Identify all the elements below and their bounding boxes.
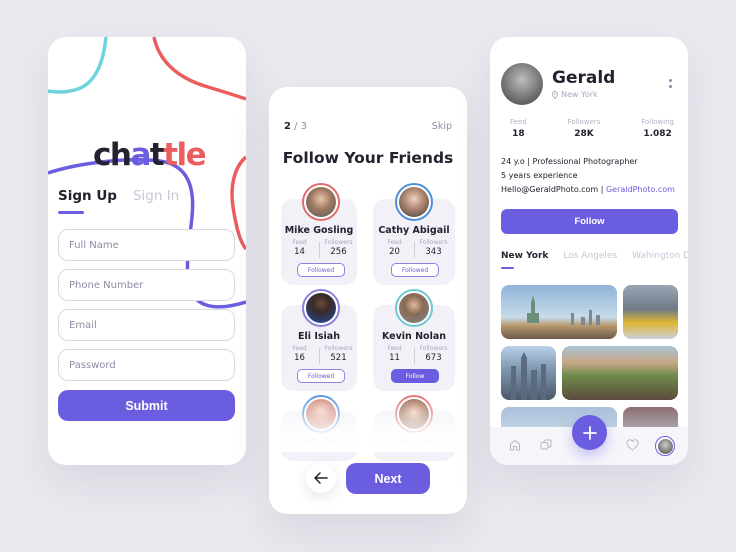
photo-skyline[interactable] [501,346,556,400]
follow-button[interactable]: Follow [391,369,439,383]
tab-los-angeles[interactable]: Los Angeles [563,251,617,269]
friend-avatar[interactable] [395,289,433,327]
tab-sign-up[interactable]: Sign Up [58,188,117,214]
profile-nav-avatar[interactable] [655,436,675,456]
follow-friends-screen: 2 / 3 Skip Follow Your Friends Mike Gosl… [269,87,467,514]
back-button[interactable] [306,463,336,493]
chattle-logo: chattle [93,137,207,173]
full-name-input[interactable] [69,239,234,251]
signup-screen: chattle Sign Up Sign In Submit [48,37,246,465]
more-options-icon[interactable] [669,79,672,88]
followed-button[interactable]: Followed [297,369,345,383]
photo-taxis[interactable] [623,285,678,339]
email-input[interactable] [69,319,234,331]
stat-feed: Feed 18 [510,118,527,139]
tab-sign-in[interactable]: Sign In [133,188,179,214]
add-button[interactable] [572,415,607,450]
profile-name: Gerald [552,68,616,88]
friend-stats: Feed 14 Followers 256 [292,239,353,258]
friend-stats: Feed 16 Followers 521 [292,345,353,364]
password-field[interactable] [58,349,235,381]
friend-avatar[interactable] [302,289,340,327]
submit-button[interactable]: Submit [58,390,235,421]
profile-stats: Feed 18 Followers 28K Following 1.082 [490,118,688,139]
chat-icon[interactable] [540,439,552,451]
friend-avatar[interactable] [302,183,340,221]
friend-stats: Feed 11 Followers 673 [387,345,448,364]
arrow-left-icon [314,472,328,484]
profile-location: New York [552,90,598,99]
email-link[interactable]: Hello@GeraldPhoto.com [501,185,598,194]
plus-icon [582,425,597,440]
phone-number-field[interactable] [58,269,235,301]
next-button[interactable]: Next [346,463,430,494]
website-link[interactable]: GeraldPhoto.com [606,185,675,194]
friend-avatar[interactable] [395,183,433,221]
friend-stats: Feed 20 Followers 343 [387,239,448,258]
email-field[interactable] [58,309,235,341]
photo-central-park[interactable] [562,346,678,400]
phone-number-input[interactable] [69,279,234,291]
friend-name: Cathy Abigail [378,225,450,236]
city-tabs: New York Los Angeles Wahington DC [501,251,688,269]
photo-statue-of-liberty[interactable] [501,285,617,339]
followed-button[interactable]: Followed [391,263,439,277]
list-fade [269,392,467,452]
home-icon[interactable] [509,439,521,451]
tab-washington-dc[interactable]: Wahington DC [632,251,688,269]
full-name-field[interactable] [58,229,235,261]
skip-link[interactable]: Skip [432,121,452,132]
profile-screen: Gerald New York Feed 18 Followers 28K Foll… [490,37,688,465]
heart-icon[interactable] [626,439,639,451]
page-title: Follow Your Friends [282,149,454,167]
friend-name: Mike Gosling [284,225,354,236]
location-pin-icon [552,90,558,99]
stat-following: Following 1.082 [641,118,674,139]
step-indicator: 2 / 3 [284,121,308,132]
followed-button[interactable]: Followed [297,263,345,277]
friend-name: Kevin Nolan [381,331,447,342]
follow-button[interactable]: Follow [501,209,678,234]
tab-new-york[interactable]: New York [501,251,548,269]
password-input[interactable] [69,359,234,371]
auth-tabs: Sign Up Sign In [58,188,179,214]
stat-followers: Followers 28K [567,118,601,139]
profile-avatar [501,63,543,105]
profile-bio: 24 y.o | Professional Photographer 5 yea… [501,157,675,194]
friend-name: Eli Isiah [298,331,340,342]
